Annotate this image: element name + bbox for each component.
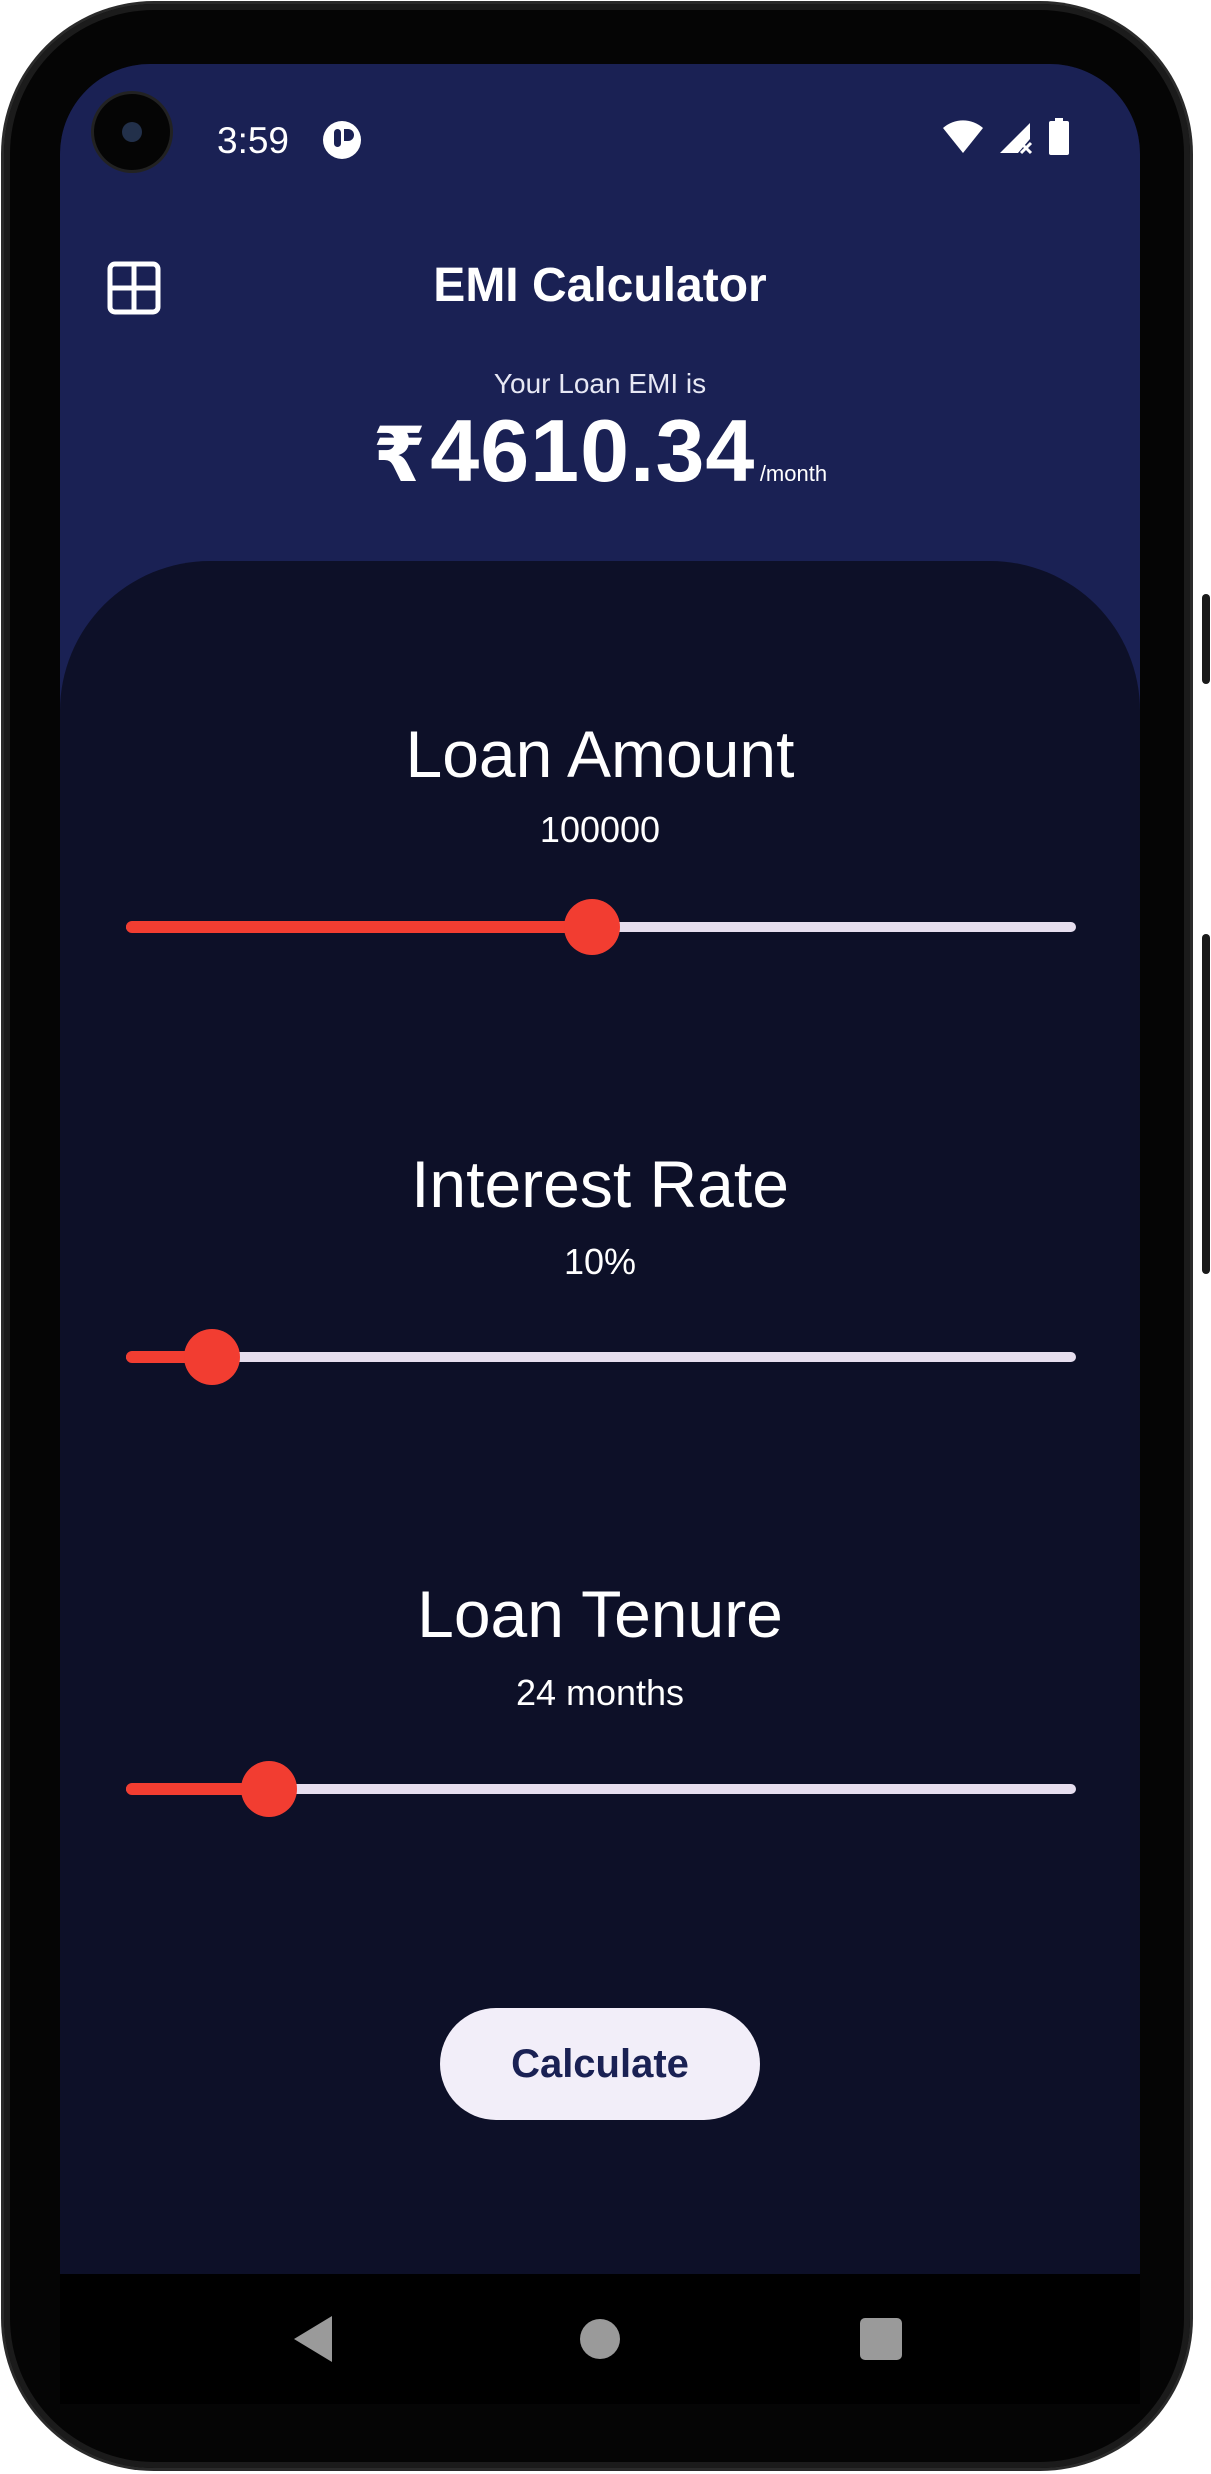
loan-amount-title: Loan Amount <box>405 717 795 791</box>
battery-icon <box>1049 118 1069 155</box>
back-triangle-icon[interactable] <box>294 2316 332 2362</box>
emi-unit: /month <box>759 461 828 486</box>
emi-amount: 4610.34 <box>430 401 756 500</box>
slider-thumb[interactable] <box>240 1761 297 1817</box>
interest-rate-title: Interest Rate <box>411 1147 789 1221</box>
slider-fill <box>126 921 592 933</box>
app-title: EMI Calculator <box>433 259 767 312</box>
front-camera <box>94 94 170 170</box>
recents-square-icon[interactable] <box>860 2318 902 2360</box>
loan-amount-slider[interactable] <box>126 899 1076 955</box>
loan-tenure-title: Loan Tenure <box>417 1577 783 1651</box>
status-time: 3:59 <box>217 120 290 161</box>
slider-track[interactable] <box>126 1352 1076 1362</box>
notification-app-icon <box>323 121 361 159</box>
home-circle-icon[interactable] <box>580 2319 620 2359</box>
slider-thumb[interactable] <box>183 1329 240 1385</box>
currency-symbol: ₹ <box>372 413 426 498</box>
slider-thumb[interactable] <box>563 899 620 955</box>
loan-tenure-value: 24 months <box>515 1672 685 1713</box>
phone-frame: 3:59 EMI Calculator Your Loan EMI is ₹ 4… <box>0 0 1211 2474</box>
emi-caption: Your Loan EMI is <box>493 368 707 399</box>
emi-result: ₹ 4610.34 /month <box>60 400 1140 502</box>
status-icons <box>942 118 1070 156</box>
interest-rate-value: 10% <box>563 1241 637 1282</box>
navigation-bar <box>60 2274 1140 2404</box>
volume-button <box>1202 934 1210 1274</box>
calculate-button[interactable]: Calculate <box>440 2008 760 2120</box>
interest-rate-slider[interactable] <box>126 1329 1076 1385</box>
power-button <box>1202 594 1210 684</box>
wifi-icon <box>943 120 983 153</box>
loan-amount-value: 100000 <box>539 809 661 850</box>
signal-icon <box>1000 123 1033 155</box>
app-screen: 3:59 EMI Calculator Your Loan EMI is ₹ 4… <box>60 64 1140 2274</box>
loan-tenure-slider[interactable] <box>126 1761 1076 1817</box>
